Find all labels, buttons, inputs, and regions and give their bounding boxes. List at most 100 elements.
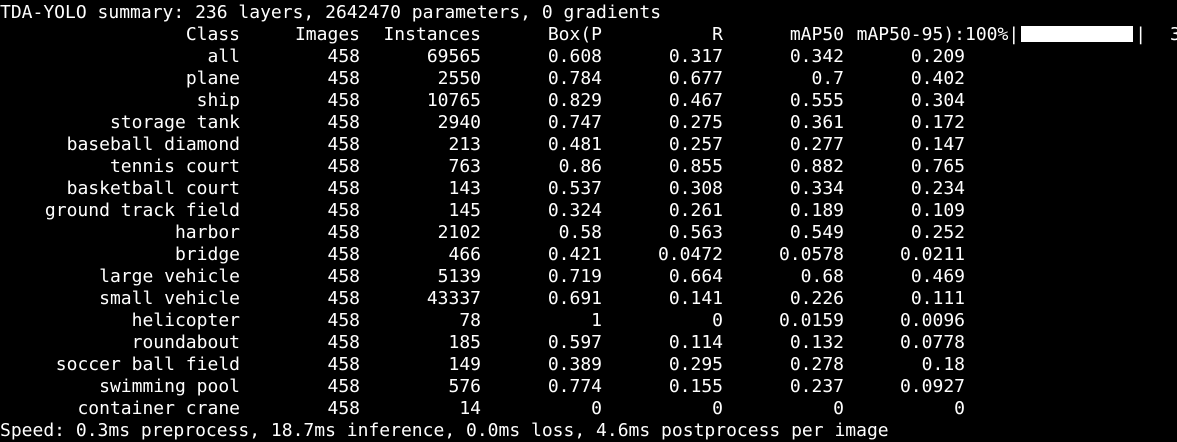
recall-cell: 0.677: [668, 68, 723, 89]
recall-cell: 0.155: [668, 376, 723, 397]
images-cell: 458: [327, 112, 360, 133]
map50-cell: 0.7: [811, 68, 844, 89]
map50-95-cell: 0.0211: [899, 244, 965, 265]
progress-bar-right: |: [1135, 24, 1147, 45]
precision-cell: 0.389: [547, 354, 602, 375]
map50-cell: 0.68: [800, 266, 844, 287]
map50-95-cell: 0.0778: [899, 332, 965, 353]
map50-cell: 0.189: [789, 200, 844, 221]
class-cell: roundabout: [131, 332, 240, 353]
map50-cell: 0.361: [789, 112, 844, 133]
model-summary-line: TDA-YOLO summary: 236 layers, 2642470 pa…: [0, 2, 662, 23]
table-row: container crane 458 14 0 0 0 0: [0, 398, 1177, 420]
images-cell: 458: [327, 332, 360, 353]
header-r: R: [712, 24, 723, 45]
table-row: basketball court 458 143 0.537 0.308 0.334 0.2…: [0, 178, 1177, 200]
map50-cell: 0.334: [789, 178, 844, 199]
precision-cell: 0.608: [547, 46, 602, 67]
terminal-output: TDA-YOLO summary: 236 layers, 2642470 pa…: [0, 2, 1177, 442]
instances-cell: 78: [459, 310, 481, 331]
map50-cell: 0.882: [789, 156, 844, 177]
progress-indicator: 100%| |: [965, 24, 1146, 46]
table-row: plane 458 2550 0.784 0.677 0.7 0.402: [0, 68, 1177, 90]
map50-cell: 0.0159: [778, 310, 844, 331]
progress-bar-left: |: [1008, 24, 1020, 45]
map50-95-cell: 0.469: [910, 266, 965, 287]
instances-cell: 2940: [437, 112, 481, 133]
map50-cell: 0.555: [789, 90, 844, 111]
header-images: Images: [294, 24, 360, 45]
recall-cell: 0.275: [668, 112, 723, 133]
instances-cell: 466: [448, 244, 481, 265]
map50-95-cell: 0.0096: [899, 310, 965, 331]
recall-cell: 0.295: [668, 354, 723, 375]
table-row: all 458 69565 0.608 0.317 0.342 0.209: [0, 46, 1177, 68]
images-cell: 458: [327, 244, 360, 265]
map50-cell: 0.0578: [778, 244, 844, 265]
map50-95-cell: 0.147: [910, 134, 965, 155]
map50-cell: 0.226: [789, 288, 844, 309]
images-cell: 458: [327, 222, 360, 243]
table-row: swimming pool 458 576 0.774 0.155 0.237 0.0927: [0, 376, 1177, 398]
recall-cell: 0.855: [668, 156, 723, 177]
table-row: bridge 458 466 0.421 0.0472 0.0578 0.0211: [0, 244, 1177, 266]
instances-cell: 14: [459, 398, 481, 419]
images-cell: 458: [327, 288, 360, 309]
class-cell: large vehicle: [99, 266, 240, 287]
images-cell: 458: [327, 134, 360, 155]
table-row: ship 458 10765 0.829 0.467 0.555 0.304: [0, 90, 1177, 112]
class-cell: soccer ball field: [55, 354, 240, 375]
precision-cell: 0.829: [547, 90, 602, 111]
precision-cell: 0.86: [558, 156, 602, 177]
recall-cell: 0: [712, 310, 723, 331]
results-table-body: all 458 69565 0.608 0.317 0.342 0.209 plane 458 2…: [0, 46, 1177, 420]
images-cell: 458: [327, 46, 360, 67]
table-row: harbor 458 2102 0.58 0.563 0.549 0.252: [0, 222, 1177, 244]
instances-cell: 43337: [426, 288, 481, 309]
map50-95-cell: 0.209: [910, 46, 965, 67]
header-instances: Instances: [383, 24, 481, 45]
table-row: helicopter 458 78 1 0 0.0159 0.0096: [0, 310, 1177, 332]
class-cell: basketball court: [66, 178, 240, 199]
recall-cell: 0.563: [668, 222, 723, 243]
recall-cell: 0.114: [668, 332, 723, 353]
precision-cell: 0.691: [547, 288, 602, 309]
images-cell: 458: [327, 68, 360, 89]
map50-cell: 0: [833, 398, 844, 419]
images-cell: 458: [327, 310, 360, 331]
images-cell: 458: [327, 178, 360, 199]
class-cell: harbor: [174, 222, 240, 243]
header-box-p: Box(P: [547, 24, 602, 45]
class-cell: tennis court: [109, 156, 240, 177]
map50-95-cell: 0.234: [910, 178, 965, 199]
map50-95-cell: 0.0927: [899, 376, 965, 397]
table-row: soccer ball field 458 149 0.389 0.295 0.278 0.…: [0, 354, 1177, 376]
table-row: baseball diamond 458 213 0.481 0.257 0.277 0.1…: [0, 134, 1177, 156]
recall-cell: 0: [712, 398, 723, 419]
recall-cell: 0.467: [668, 90, 723, 111]
table-row: storage tank 458 2940 0.747 0.275 0.361 0.172: [0, 112, 1177, 134]
map50-95-cell: 0.109: [910, 200, 965, 221]
table-row: large vehicle 458 5139 0.719 0.664 0.68 0.469: [0, 266, 1177, 288]
precision-cell: 1: [591, 310, 602, 331]
progress-percent: 100%: [965, 24, 1009, 45]
precision-cell: 0.421: [547, 244, 602, 265]
recall-cell: 0.308: [668, 178, 723, 199]
precision-cell: 0.597: [547, 332, 602, 353]
class-cell: plane: [185, 68, 240, 89]
class-cell: storage tank: [109, 112, 240, 133]
instances-cell: 10765: [426, 90, 481, 111]
truncated-edge-text: 3: [1170, 24, 1177, 45]
images-cell: 458: [327, 156, 360, 177]
map50-cell: 0.342: [789, 46, 844, 67]
map50-cell: 0.237: [789, 376, 844, 397]
instances-cell: 213: [448, 134, 481, 155]
class-cell: baseball diamond: [66, 134, 240, 155]
map50-cell: 0.132: [789, 332, 844, 353]
instances-cell: 576: [448, 376, 481, 397]
table-row: small vehicle 458 43337 0.691 0.141 0.226 0.11…: [0, 288, 1177, 310]
precision-cell: 0.719: [547, 266, 602, 287]
precision-cell: 0.481: [547, 134, 602, 155]
map50-95-cell: 0.111: [910, 288, 965, 309]
map50-95-cell: 0.402: [910, 68, 965, 89]
